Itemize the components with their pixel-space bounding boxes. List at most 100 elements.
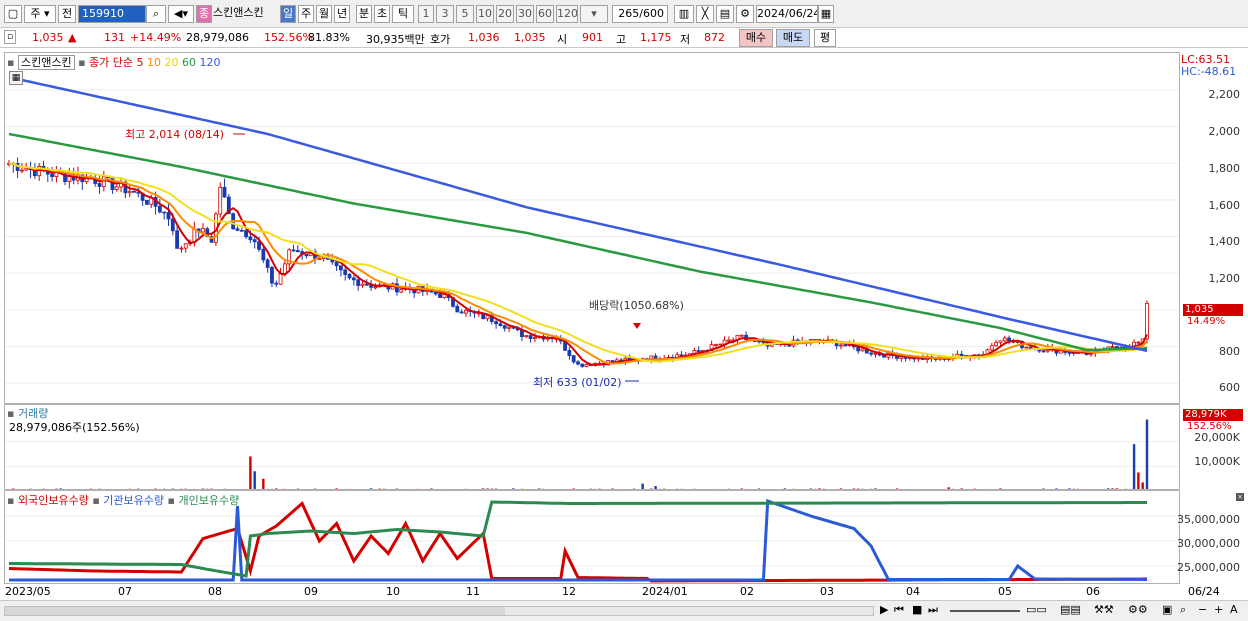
low-label: 저 <box>680 33 691 46</box>
candle-body <box>373 286 378 289</box>
scrollbar-thumb[interactable] <box>5 607 505 615</box>
panel-marker-icon: ▪ <box>7 56 15 69</box>
candle-body <box>714 344 718 346</box>
tab-tick[interactable]: 틱 <box>392 5 414 23</box>
window-icon[interactable]: ▢ <box>4 5 22 23</box>
tab-day[interactable]: 일 <box>280 5 296 23</box>
candle-body <box>998 340 1003 343</box>
candle-body <box>442 294 447 298</box>
candle-body <box>532 336 537 339</box>
panel-close-icon[interactable]: × <box>1236 493 1244 501</box>
candle-body <box>282 263 287 274</box>
toggle-icon[interactable]: ▫ <box>4 30 16 44</box>
panel-icon[interactable]: ▤▤ <box>1060 603 1081 616</box>
camera-icon[interactable]: ▣ <box>1162 603 1172 616</box>
zoom-slider[interactable] <box>950 610 1020 612</box>
candle-body <box>899 356 904 359</box>
zoom-search-icon[interactable]: ⌕ <box>1180 603 1186 617</box>
date-input[interactable]: 2024/06/24 <box>756 5 818 23</box>
candle-body <box>696 350 701 352</box>
text-size-icon[interactable]: A <box>1230 603 1238 616</box>
custom-period-select[interactable]: ▾ <box>580 5 608 23</box>
y-tick-2200: 2,200 <box>1208 88 1241 101</box>
minute-30[interactable]: 30 <box>516 5 534 23</box>
zoom-in-icon[interactable]: + <box>1214 603 1223 616</box>
gear-icon[interactable]: ⚙ <box>736 5 754 23</box>
minute-60[interactable]: 60 <box>536 5 554 23</box>
tab-second[interactable]: 초 <box>374 5 390 23</box>
rewind-icon[interactable]: ⏮ <box>894 603 904 617</box>
sell-button[interactable]: 매도 <box>776 29 810 47</box>
search-icon[interactable]: ⌕ <box>146 5 166 23</box>
x-tick-12: 12 <box>562 585 576 598</box>
forward-icon[interactable]: ⏭ <box>928 603 938 617</box>
candle-body <box>1041 350 1046 353</box>
minute-120[interactable]: 120 <box>556 5 578 23</box>
candle-body <box>218 186 223 215</box>
scroll-right-icon[interactable]: ▶ <box>880 603 888 616</box>
ma-10-label: 10 <box>147 56 162 69</box>
count-value: 265 <box>618 7 640 20</box>
settings-icon[interactable]: ⚙⚙ <box>1128 603 1148 616</box>
x-tick-02: 02 <box>740 585 754 598</box>
ma-60-line <box>8 132 1148 352</box>
x-tick-04: 04 <box>906 585 920 598</box>
stop-icon[interactable]: ■ <box>912 603 922 616</box>
candle-body <box>576 361 580 365</box>
stock-code-input[interactable]: 159910 <box>78 5 146 23</box>
minute-10[interactable]: 10 <box>476 5 494 23</box>
period-value: 주 <box>30 7 41 20</box>
tab-month[interactable]: 월 <box>316 5 332 23</box>
calendar-icon[interactable]: ▦ <box>818 5 834 23</box>
institution-label[interactable]: 기관보유수량 <box>103 494 164 507</box>
individual-label[interactable]: 개인보유수량 <box>178 494 239 507</box>
jeon-button[interactable]: 전 <box>58 5 76 23</box>
price-panel-name[interactable]: 스킨앤스킨 <box>17 55 75 70</box>
tab-minute[interactable]: 분 <box>356 5 372 23</box>
candle-body <box>364 283 369 286</box>
count-field[interactable]: 265/600 <box>612 5 668 23</box>
y-tick-1600: 1,600 <box>1208 199 1241 212</box>
candle-body <box>145 200 149 205</box>
period-select[interactable]: 주 ▾ <box>24 5 56 23</box>
scrollbar-track[interactable] <box>4 606 874 616</box>
candle-icon[interactable]: ▥ <box>674 5 694 23</box>
candle-body <box>584 364 589 367</box>
candle-body <box>278 273 283 285</box>
price-chart-panel: ▪ 스킨앤스킨 ▪ 종가 단순 5 10 20 60 120 ▦ 최고 2,01… <box>4 52 1180 404</box>
candle-body <box>726 339 731 342</box>
volume-percent: 152.56% <box>264 31 313 44</box>
minute-1[interactable]: 1 <box>418 5 434 23</box>
minute-3[interactable]: 3 <box>436 5 454 23</box>
speaker-icon[interactable]: ◀▾ <box>168 5 194 23</box>
current-pct-label: 14.49% <box>1187 316 1226 327</box>
y-tick-2000: 2,000 <box>1208 125 1241 138</box>
y-tick-800: 800 <box>1219 345 1240 358</box>
buy-button[interactable]: 매수 <box>739 29 773 47</box>
tools-icon[interactable]: ⚒⚒ <box>1094 603 1114 616</box>
minute-20[interactable]: 20 <box>496 5 514 23</box>
candle-body <box>989 345 994 351</box>
max-price-label: 최고 2,014 (08/14) <box>125 128 225 141</box>
candle-body <box>274 282 279 285</box>
layout-icon[interactable]: ▭▭ <box>1026 603 1047 616</box>
average-button[interactable]: 평 <box>814 29 836 47</box>
candle-body <box>360 283 365 286</box>
draw-icon[interactable]: ╳ <box>696 5 714 23</box>
foreign-label[interactable]: 외국인보유수량 <box>18 494 89 507</box>
save-icon[interactable]: ▤ <box>716 5 734 23</box>
y-tick-600: 600 <box>1219 381 1240 394</box>
change-value: 131 <box>104 31 125 44</box>
table-icon[interactable]: ▦ <box>9 71 23 85</box>
volume-bar <box>253 471 256 489</box>
tab-year[interactable]: 년 <box>334 5 350 23</box>
candle-body <box>239 229 244 232</box>
ma-label: 종가 단순 <box>89 56 134 69</box>
minute-5[interactable]: 5 <box>456 5 474 23</box>
x-tick-06: 06 <box>1086 585 1100 598</box>
zoom-out-icon[interactable]: − <box>1198 603 1207 616</box>
candle-body <box>252 239 257 243</box>
volume-bar <box>1145 419 1149 489</box>
tab-week[interactable]: 주 <box>298 5 314 23</box>
candle-body <box>524 335 529 338</box>
